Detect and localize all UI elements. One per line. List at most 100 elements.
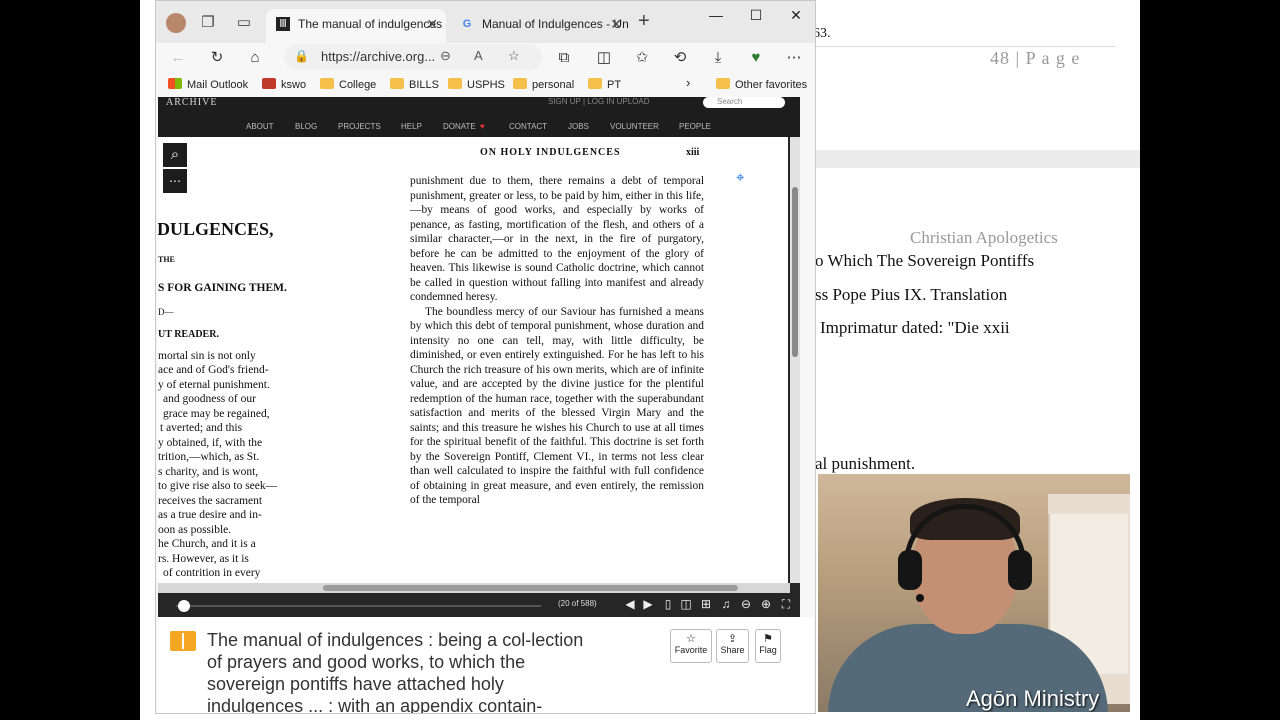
close-window-button[interactable]: ✕: [782, 7, 810, 24]
zoom-in-icon[interactable]: ⊕: [758, 597, 774, 611]
page-slider-knob[interactable]: [178, 600, 190, 612]
scan-line: mortal sin is not only: [158, 350, 256, 362]
scan-line: D—: [158, 307, 174, 317]
bookmark-usphs[interactable]: USPHS: [448, 78, 505, 91]
headphone-left: [898, 550, 922, 590]
bookmark-kswo[interactable]: kswo: [262, 78, 306, 91]
scan-line: DULGENCES,: [158, 219, 274, 239]
horizontal-scroll-thumb[interactable]: [323, 585, 738, 591]
scan-line: as a true desire and in-: [158, 509, 262, 521]
archive-nav-about[interactable]: ABOUT: [246, 122, 274, 131]
chevron-right-icon[interactable]: ›: [686, 75, 690, 90]
scan-line: rs. However, as it is: [158, 553, 249, 565]
bookmark-other-favorites[interactable]: Other favorites: [716, 78, 807, 91]
favorites-icon[interactable]: ✩: [630, 46, 654, 70]
bookmark-pt[interactable]: PT: [588, 78, 621, 91]
archive-nav-volunteer[interactable]: VOLUNTEER: [610, 122, 659, 131]
archive-nav-people[interactable]: PEOPLE: [679, 122, 711, 131]
archive-nav-donate[interactable]: DONATE: [443, 122, 476, 131]
running-head: ON HOLY INDULGENCES: [480, 147, 621, 158]
thumbnail-view-icon[interactable]: ⊞: [698, 597, 714, 611]
archive-header: ARCHIVE SIGN UP | LOG IN UPLOAD Search A…: [158, 97, 800, 137]
zoom-out-icon[interactable]: ⊖: [738, 597, 754, 611]
new-tab-button[interactable]: +: [638, 10, 650, 33]
doc-line: Imprimatur dated: "Die xxii: [820, 318, 1010, 337]
doc-line: ss Pope Pius IX. Translation: [815, 285, 1008, 304]
archive-nav-contact[interactable]: CONTACT: [509, 122, 547, 131]
vertical-scrollbar[interactable]: [790, 137, 800, 583]
bookmark-bills[interactable]: BILLS: [390, 78, 439, 91]
minimize-button[interactable]: —: [702, 7, 730, 23]
bookmark-college[interactable]: College: [320, 78, 376, 91]
home-button[interactable]: ⌂: [243, 46, 267, 70]
tab-actions-icon[interactable]: ▭: [234, 13, 254, 33]
archive-nav-jobs[interactable]: JOBS: [568, 122, 589, 131]
archive-search-input[interactable]: Search: [703, 97, 785, 108]
maximize-button[interactable]: ☐: [742, 7, 770, 24]
back-button[interactable]: ←: [166, 46, 190, 70]
archive-nav-projects[interactable]: PROJECTS: [338, 122, 381, 131]
next-page-icon[interactable]: ▶: [640, 597, 656, 611]
archive-favicon-icon: Ⅲ: [276, 17, 290, 31]
doc-divider: [815, 46, 1115, 47]
navigation-bar: ← ↻ ⌂ 🔒 https://archive.org... ⊖ A ☆ ⧉ ◫…: [156, 43, 815, 73]
read-aloud-icon[interactable]: A: [474, 48, 483, 63]
scan-line: THE: [158, 255, 175, 264]
search-icon[interactable]: ⌕: [163, 143, 187, 167]
browser-essentials-icon[interactable]: ♥: [744, 46, 768, 70]
split-screen-icon[interactable]: ◫: [592, 46, 616, 70]
favorite-button[interactable]: ☆ Favorite: [670, 629, 712, 663]
tab-title: Manual of Indulgences - Un: [482, 17, 629, 31]
paragraph: The boundless mercy of our Saviour has f…: [410, 305, 704, 507]
zoom-icon[interactable]: ⊖: [440, 48, 451, 64]
bookmark-personal[interactable]: personal: [513, 78, 574, 91]
google-favicon-icon: G: [462, 18, 472, 30]
archive-nav-blog[interactable]: BLOG: [295, 122, 317, 131]
workspaces-icon[interactable]: ❐: [198, 13, 218, 33]
scan-line: grace may be regained,: [163, 408, 270, 420]
close-tab-icon[interactable]: ✕: [426, 9, 438, 39]
profile-avatar[interactable]: [166, 13, 186, 33]
archive-account-links[interactable]: SIGN UP | LOG IN UPLOAD: [548, 97, 650, 106]
paragraph: punishment due to them, there remains a …: [410, 175, 704, 303]
archive-nav-help[interactable]: HELP: [401, 122, 422, 131]
tab-strip: ❐ ▭ Ⅲ The manual of indulgences ✕ G Manu…: [156, 1, 815, 43]
more-options-icon[interactable]: ⋯: [163, 169, 187, 193]
address-bar[interactable]: 🔒 https://archive.org... ⊖ A ☆: [284, 44, 542, 70]
archive-logo[interactable]: ARCHIVE: [166, 97, 217, 108]
settings-menu-icon[interactable]: ⋯: [782, 46, 806, 70]
share-icon: ⇪: [727, 633, 738, 645]
star-icon: ☆: [686, 633, 696, 645]
book-icon: [170, 631, 196, 651]
fullscreen-icon[interactable]: ⛶: [778, 597, 794, 612]
history-icon[interactable]: ⟲: [668, 46, 692, 70]
flag-button[interactable]: ⚑ Flag: [755, 629, 781, 663]
close-tab-icon[interactable]: ✕: [610, 9, 622, 39]
share-button[interactable]: ⇪ Share: [716, 629, 749, 663]
heart-icon: ♥: [480, 122, 485, 131]
scan-line: S FOR GAINING THEM.: [158, 282, 287, 294]
tab-manual-of-indulgences-search[interactable]: G Manual of Indulgences - Un ✕: [450, 9, 630, 43]
scan-line: y obtained, if, with the: [158, 437, 263, 449]
two-page-view-icon[interactable]: ◫: [678, 597, 694, 611]
one-page-view-icon[interactable]: ▯: [660, 597, 676, 611]
downloads-icon[interactable]: ⤓: [706, 46, 730, 70]
read-aloud-icon[interactable]: ♫: [718, 597, 734, 611]
vertical-scroll-thumb[interactable]: [792, 187, 798, 357]
extensions-icon[interactable]: ⧉: [552, 46, 576, 70]
text-recognition-icon[interactable]: ⌖: [736, 169, 744, 186]
refresh-button[interactable]: ↻: [205, 46, 229, 70]
bookmark-mail-outlook[interactable]: Mail Outlook: [168, 78, 248, 91]
browser-window: ❐ ▭ Ⅲ The manual of indulgences ✕ G Manu…: [155, 0, 816, 714]
reader-controls: (20 of 588) ◀ ▶ ▯ ◫ ⊞ ♫ ⊖ ⊕ ⛶: [158, 595, 800, 617]
favorite-star-icon[interactable]: ☆: [508, 48, 520, 64]
horizontal-scrollbar[interactable]: [158, 583, 790, 593]
prev-page-icon[interactable]: ◀: [622, 597, 638, 611]
favorites-bar: Mail Outlook kswo College BILLS USPHS pe…: [156, 73, 815, 97]
scan-line: ace and of God's friend-: [158, 364, 269, 376]
tab-title: The manual of indulgences: [298, 17, 443, 31]
headphone-right: [1008, 550, 1032, 590]
tab-manual-of-indulgences[interactable]: Ⅲ The manual of indulgences ✕: [266, 9, 446, 43]
doc-page-gap: [815, 150, 1140, 168]
page-slider[interactable]: [176, 600, 541, 612]
